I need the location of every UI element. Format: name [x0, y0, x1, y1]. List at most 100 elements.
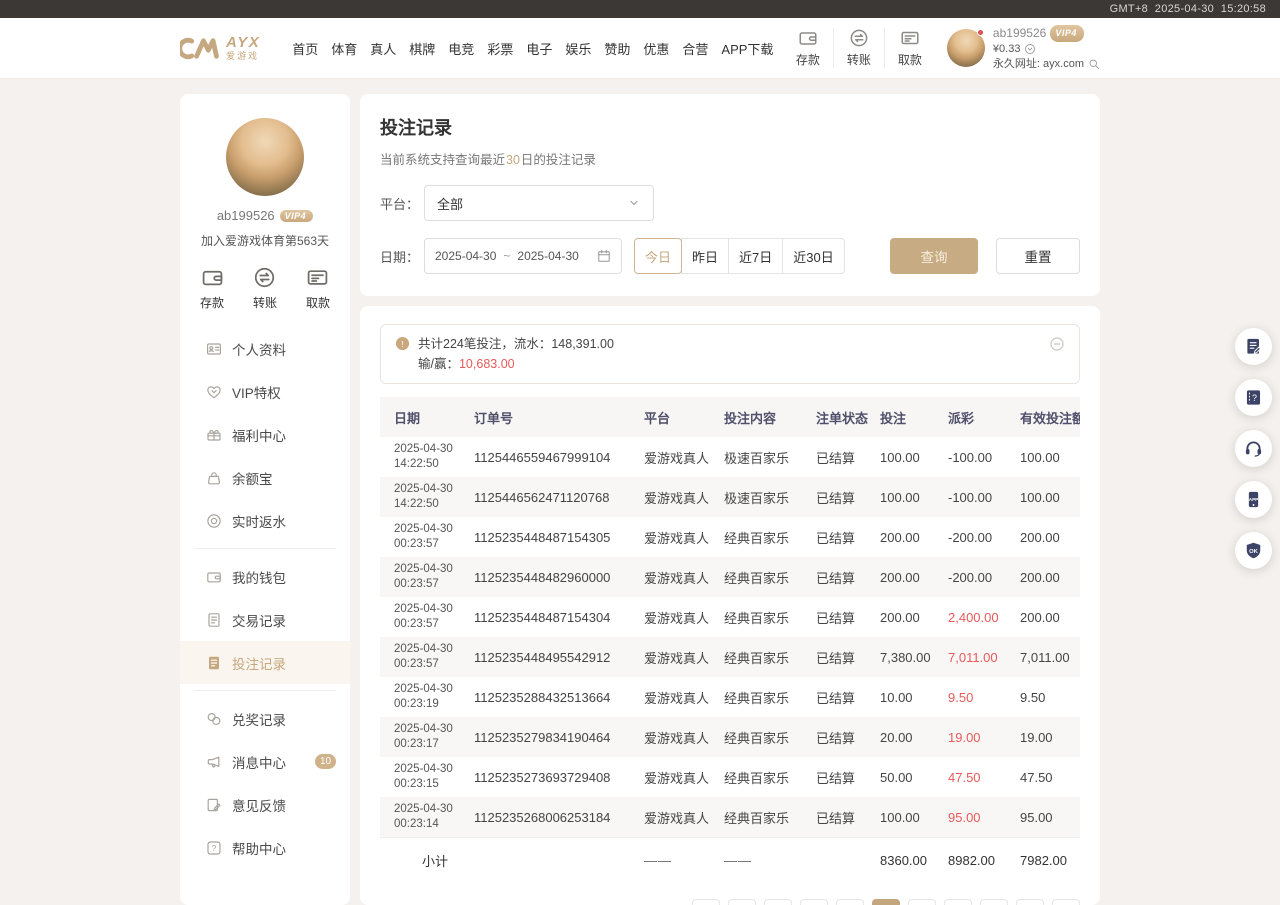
search-icon[interactable]: [1088, 58, 1100, 70]
header-action-取款[interactable]: 取款: [884, 28, 935, 68]
range-button-今日[interactable]: 今日: [634, 238, 682, 274]
sidebar-item-意见反馈[interactable]: 意见反馈: [180, 783, 350, 826]
table-row: 2025-04-3000:23:151125235273693729408爱游戏…: [380, 757, 1080, 797]
float-button-app-icon[interactable]: APP: [1235, 481, 1272, 518]
page-button-9[interactable]: 9: [908, 899, 936, 905]
sidebar-item-交易记录[interactable]: 交易记录: [180, 598, 350, 641]
nav-item-电子[interactable]: 电子: [526, 39, 552, 58]
menu-item-label: 福利中心: [232, 425, 286, 445]
page-button-7[interactable]: 7: [836, 899, 864, 905]
reset-button[interactable]: 重置: [996, 238, 1080, 274]
sidebar-item-帮助中心[interactable]: ?帮助中心: [180, 826, 350, 869]
search-button[interactable]: 查询: [890, 238, 978, 274]
float-button-faq-icon[interactable]: ?: [1235, 379, 1272, 416]
cell-status: 已结算: [816, 768, 880, 787]
float-button-ok-icon[interactable]: OK: [1235, 532, 1272, 569]
cell-valid-amount: 200.00: [1020, 570, 1080, 585]
header-action-存款[interactable]: 存款: [783, 28, 833, 68]
sidebar-action-转账[interactable]: 转账: [253, 266, 277, 311]
action-label: 存款: [796, 51, 820, 68]
collapse-icon[interactable]: [1049, 336, 1065, 352]
range-button-近30日[interactable]: 近30日: [782, 238, 844, 274]
svg-text:OK: OK: [1249, 549, 1259, 555]
cell-order-number: 1125235268006253184: [474, 810, 644, 825]
cell-payout: -200.00: [948, 570, 1020, 585]
wallet-icon: [206, 569, 222, 585]
prev-page-button[interactable]: <: [692, 899, 720, 905]
nav-item-体育[interactable]: 体育: [331, 39, 357, 58]
menu-item-label: 我的钱包: [232, 567, 286, 587]
cell-bet-amount: 200.00: [880, 570, 948, 585]
sidebar-action-取款[interactable]: 取款: [306, 266, 330, 311]
topbar: GMT+8 2025-04-30 15:20:58: [0, 0, 1280, 18]
sidebar-item-我的钱包[interactable]: 我的钱包: [180, 555, 350, 598]
page-button-10[interactable]: 10: [944, 899, 972, 905]
sidebar-item-余额宝[interactable]: 余额宝: [180, 456, 350, 499]
wallet-icon: [798, 28, 818, 48]
subtotal-platform: ——: [644, 853, 724, 868]
summary-bar: ! 共计224笔投注，流水：148,391.00 输/赢：10,683.00: [380, 324, 1080, 384]
nav-item-娱乐[interactable]: 娱乐: [565, 39, 591, 58]
sidebar-item-个人资料[interactable]: 个人资料: [180, 327, 350, 370]
sidebar-item-投注记录[interactable]: 投注记录: [180, 641, 350, 684]
float-button-survey-icon[interactable]: [1235, 328, 1272, 365]
pagination-ellipsis[interactable]: ...: [764, 899, 792, 905]
vip-icon: [206, 384, 222, 400]
cell-date: 2025-04-3000:23:57: [380, 562, 474, 592]
app-icon: APP: [1244, 490, 1263, 509]
sidebar-item-消息中心[interactable]: 消息中心10: [180, 740, 350, 783]
range-button-昨日[interactable]: 昨日: [681, 238, 729, 274]
sidebar-item-实时返水[interactable]: 实时返水: [180, 499, 350, 542]
nav-item-电竞[interactable]: 电竞: [448, 39, 474, 58]
cell-date: 2025-04-3000:23:15: [380, 762, 474, 792]
nav-item-真人[interactable]: 真人: [370, 39, 396, 58]
sidebar-item-VIP特权[interactable]: VIP特权: [180, 370, 350, 413]
sidebar-action-存款[interactable]: 存款: [200, 266, 224, 311]
balance-refresh-icon[interactable]: [1024, 43, 1036, 55]
nav-item-优惠[interactable]: 优惠: [643, 39, 669, 58]
cell-platform: 爱游戏真人: [644, 608, 724, 627]
column-header-注单状态: 注单状态: [816, 408, 880, 427]
header-action-转账[interactable]: 转账: [833, 28, 884, 68]
date-range-input[interactable]: 2025-04-30 ~ 2025-04-30: [424, 238, 622, 274]
calendar-icon: [597, 249, 611, 263]
svg-text:?: ?: [1252, 393, 1257, 403]
brand-logo-icon: [180, 35, 220, 62]
pagination-ellipsis[interactable]: ...: [980, 899, 1008, 905]
chevron-down-icon: [627, 196, 641, 210]
page-button-8[interactable]: 8: [872, 899, 900, 905]
float-button-service-icon[interactable]: [1235, 430, 1272, 467]
nav-item-彩票[interactable]: 彩票: [487, 39, 513, 58]
nav-item-首页[interactable]: 首页: [292, 39, 318, 58]
page-button-23[interactable]: 23: [1016, 899, 1044, 905]
cell-payout: 19.00: [948, 730, 1020, 745]
nav-item-棋牌[interactable]: 棋牌: [409, 39, 435, 58]
cell-status: 已结算: [816, 728, 880, 747]
cell-platform: 爱游戏真人: [644, 728, 724, 747]
wallet-icon: [201, 266, 224, 289]
table-row: 2025-04-3000:23:571125235448487154305爱游戏…: [380, 517, 1080, 557]
sidebar-item-福利中心[interactable]: 福利中心: [180, 413, 350, 456]
username[interactable]: ab199526: [993, 26, 1046, 41]
platform-label: 平台：: [380, 194, 424, 213]
next-page-button[interactable]: >: [1052, 899, 1080, 905]
page-button-1[interactable]: 1: [728, 899, 756, 905]
range-button-近7日[interactable]: 近7日: [728, 238, 783, 274]
action-label: 转账: [847, 51, 871, 68]
page-button-6[interactable]: 6: [800, 899, 828, 905]
column-header-投注内容: 投注内容: [724, 408, 816, 427]
floating-buttons: ? APP OK: [1235, 328, 1272, 569]
subtotal-payout: 8982.00: [948, 853, 1020, 868]
user-avatar[interactable]: [947, 29, 985, 67]
profile-joined-days: 加入爱游戏体育第563天: [180, 232, 350, 249]
sidebar-item-兑奖记录[interactable]: 兑奖记录: [180, 697, 350, 740]
nav-item-APP下载[interactable]: APP下载: [721, 39, 773, 58]
cell-valid-amount: 19.00: [1020, 730, 1080, 745]
platform-select[interactable]: 全部: [424, 185, 654, 221]
cell-date: 2025-04-3000:23:57: [380, 602, 474, 632]
date-label: 日期：: [380, 247, 424, 266]
nav-item-合营[interactable]: 合营: [682, 39, 708, 58]
brand-logo[interactable]: AYX 爱游戏: [180, 35, 260, 62]
nav-item-赞助[interactable]: 赞助: [604, 39, 630, 58]
profile-avatar[interactable]: [226, 118, 304, 196]
